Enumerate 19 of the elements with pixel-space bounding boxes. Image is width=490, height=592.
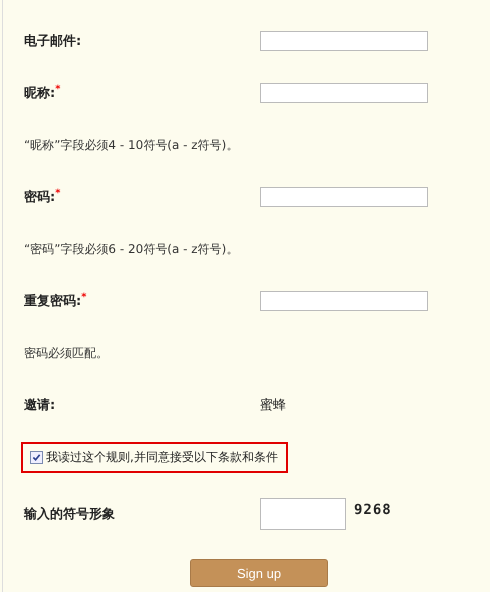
agreement-checkbox[interactable]: 我读过这个规则,并同意接受以下条款和条件 <box>21 442 288 472</box>
input-field[interactable] <box>260 31 428 51</box>
hint-text: “密码”字段必须6 - 20符号(a - z符号)。 <box>24 240 238 258</box>
hint-text: 密码必须匹配。 <box>24 344 108 362</box>
field-label: 密码:* <box>24 188 62 206</box>
field-label: 昵称:* <box>24 84 62 102</box>
field-label: 电子邮件: <box>24 33 82 50</box>
invite-value: 蜜蜂 <box>260 397 286 414</box>
captcha-field[interactable] <box>260 498 346 530</box>
input-field[interactable] <box>260 187 428 207</box>
hint-text: “昵称”字段必须4 - 10符号(a - z符号)。 <box>24 136 238 154</box>
checkbox[interactable] <box>30 450 43 464</box>
field-label: 重复密码:* <box>24 292 88 310</box>
input-field[interactable] <box>260 291 428 311</box>
field-label: 邀请: <box>24 397 56 414</box>
field-label: 输入的符号形象 <box>24 506 116 523</box>
input-field[interactable] <box>260 83 428 103</box>
agreement-text: 我读过这个规则,并同意接受以下条款和条件 <box>46 448 278 466</box>
captcha-code: 9268 <box>354 502 392 518</box>
